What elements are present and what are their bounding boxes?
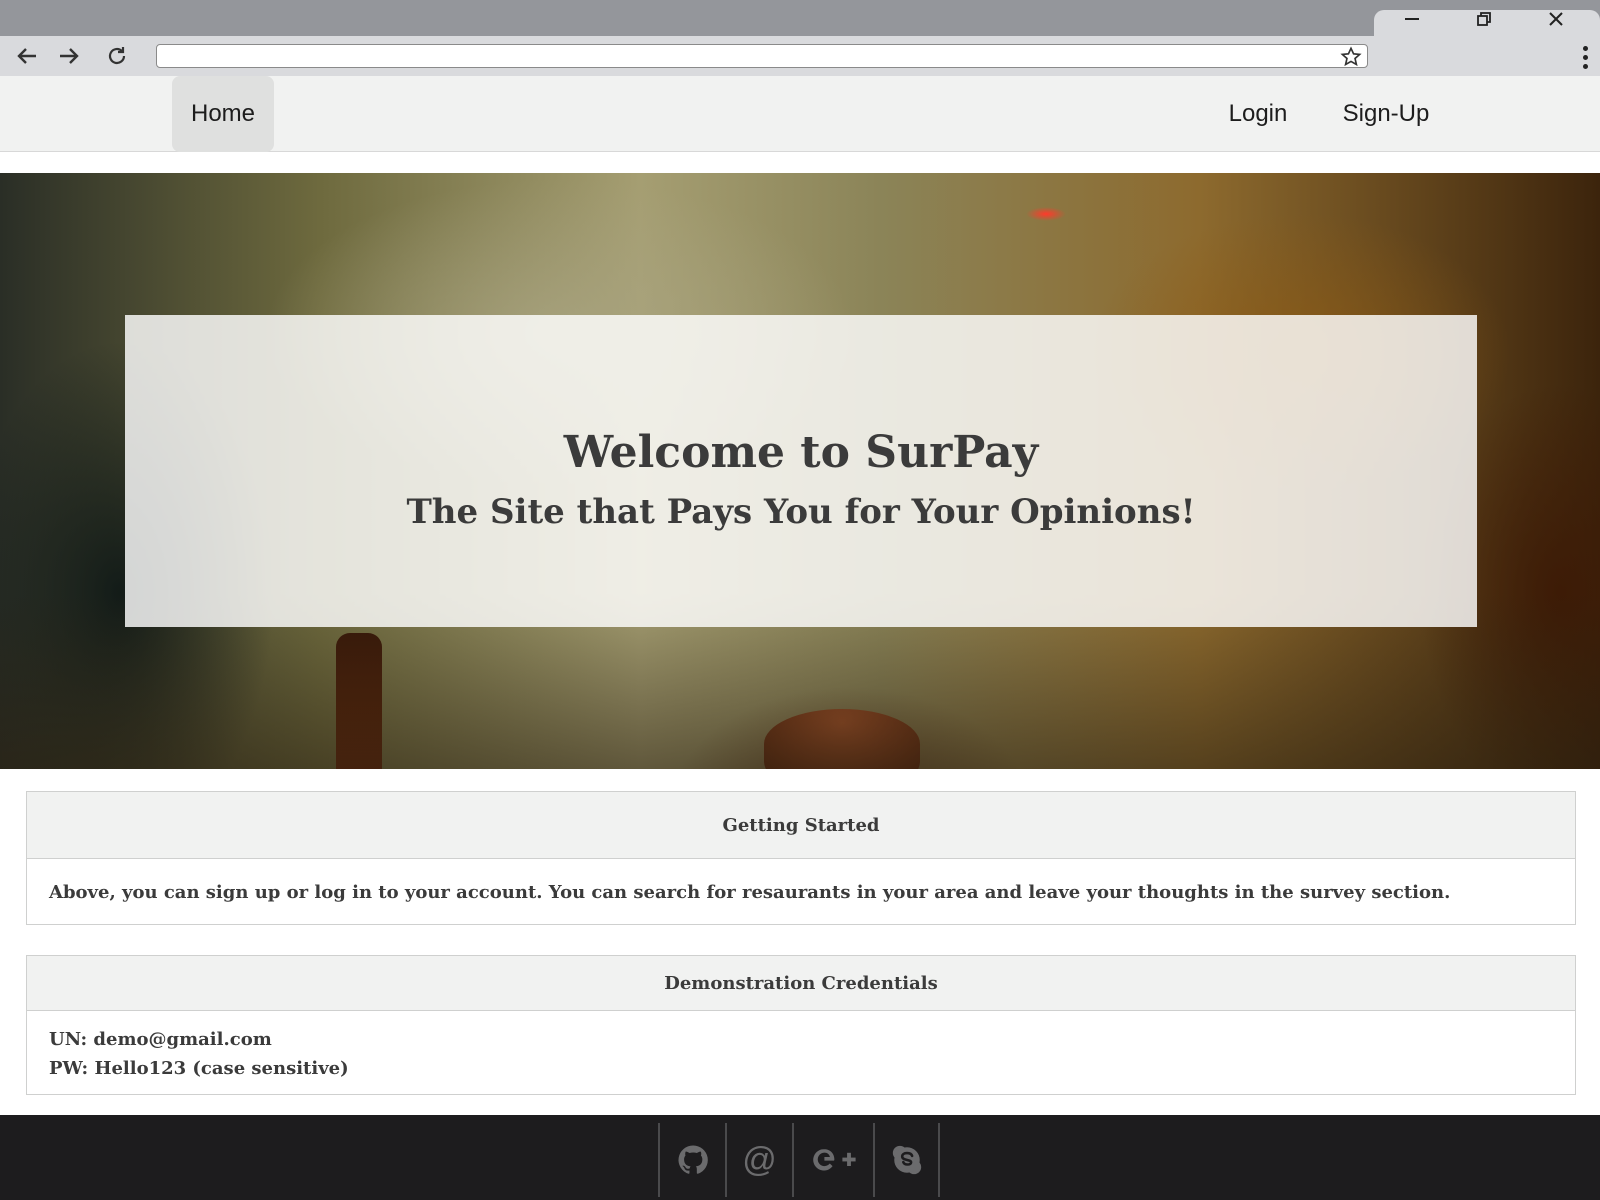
demo-username: UN: demo@gmail.com xyxy=(49,1029,272,1050)
hero-background-detail xyxy=(1026,207,1066,221)
hero-text-box: Welcome to SurPay The Site that Pays You… xyxy=(125,315,1477,627)
nav-home-link[interactable]: Home xyxy=(172,76,274,152)
demo-password: PW: Hello123 (case sensitive) xyxy=(49,1058,349,1079)
browser-toolbar xyxy=(0,36,1600,76)
hero-title: Welcome to SurPay xyxy=(563,426,1039,478)
nav-login-link[interactable]: Login xyxy=(1207,76,1309,152)
getting-started-heading: Getting Started xyxy=(27,792,1575,859)
demo-credentials-body: UN: demo@gmail.com PW: Hello123 (case se… xyxy=(27,1011,1575,1083)
address-bar-input[interactable] xyxy=(156,44,1368,68)
restore-icon[interactable] xyxy=(1464,8,1504,30)
getting-started-body: Above, you can sign up or log in to your… xyxy=(49,881,1451,903)
hero-banner: Welcome to SurPay The Site that Pays You… xyxy=(0,173,1600,769)
minimize-icon[interactable] xyxy=(1392,8,1432,30)
reload-icon[interactable] xyxy=(102,42,132,70)
getting-started-panel: Getting Started Above, you can sign up o… xyxy=(26,791,1576,925)
site-navbar: Home Login Sign-Up xyxy=(0,76,1600,152)
footer-social-links: @ xyxy=(658,1123,940,1200)
browser-titlebar xyxy=(0,0,1600,40)
demo-credentials-panel: Demonstration Credentials UN: demo@gmail… xyxy=(26,955,1576,1095)
forward-arrow-icon[interactable] xyxy=(54,42,84,70)
github-icon[interactable] xyxy=(658,1123,725,1197)
hero-subtitle: The Site that Pays You for Your Opinions… xyxy=(406,491,1196,532)
skype-icon[interactable] xyxy=(873,1123,940,1197)
email-icon[interactable]: @ xyxy=(725,1123,792,1197)
google-plus-icon[interactable] xyxy=(792,1123,873,1197)
site-footer: @ xyxy=(0,1115,1600,1200)
close-icon[interactable] xyxy=(1536,8,1576,30)
back-arrow-icon[interactable] xyxy=(12,42,42,70)
demo-credentials-heading: Demonstration Credentials xyxy=(27,956,1575,1011)
menu-dots-icon[interactable] xyxy=(1578,44,1592,70)
nav-signup-link[interactable]: Sign-Up xyxy=(1324,76,1448,152)
bookmark-star-icon[interactable] xyxy=(1340,46,1362,68)
